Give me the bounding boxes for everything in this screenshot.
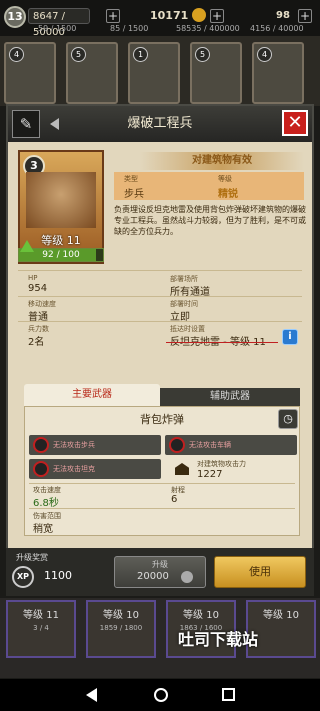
add-resource-button[interactable]: + [106, 9, 120, 23]
unit-list-card-2[interactable]: 等级 10 1859 / 1800 [86, 600, 156, 658]
xp-counter: 8647 / 50000 [28, 8, 90, 38]
building-attack-label: 对建筑物攻击力 [197, 460, 246, 468]
hp-label: HP [28, 274, 38, 282]
unit-detail-modal: 爆破工程兵 ✎ ✕ 3 等级 11 92 / 100 对建筑物有效 类型 步兵 … [6, 104, 314, 596]
close-button[interactable]: ✕ [282, 110, 308, 136]
unit-card-4[interactable]: 5 [190, 42, 242, 104]
building-attack-value: 1227 [197, 469, 223, 480]
resource-4-counter: 4156 / 40000 [250, 24, 304, 33]
type-value: 步兵 [124, 189, 144, 200]
type-label: 类型 [124, 175, 138, 183]
use-button[interactable]: 使用 [214, 556, 306, 588]
player-level-badge[interactable]: 13 [4, 6, 26, 28]
upgrade-reward-value: 1100 [44, 569, 72, 582]
resource-3-counter: 58535 / 400000 [176, 24, 240, 33]
weapon-name: 背包炸弹 [140, 413, 184, 426]
tab-secondary-weapon[interactable]: 辅助武器 [160, 388, 300, 406]
divider [29, 483, 295, 484]
previous-arrow-icon[interactable] [50, 118, 59, 130]
arrival-setup-value: 反坦克地雷 - 等级 11 [170, 333, 266, 348]
unit-description: 负责埋设反坦克地雷及使用背包炸弹破坏建筑物的爆破专业工程兵。虽然战斗力较弱，但为… [114, 205, 306, 236]
range-value: 6 [171, 494, 178, 505]
xp-icon: XP [12, 566, 34, 588]
unit-card-1[interactable]: 4 [4, 42, 56, 104]
divider [18, 296, 302, 297]
add-gold-button[interactable]: + [210, 9, 224, 23]
unit-list-card-1[interactable]: 等级 11 3 / 4 [6, 600, 76, 658]
gold-coin-icon [192, 8, 206, 22]
recents-icon[interactable] [222, 688, 235, 701]
resource-2-counter: 85 / 1500 [110, 24, 149, 33]
upgrade-arrow-icon [20, 240, 34, 252]
weapon-panel: 背包炸弹 ◷ 无法攻击步兵 无法攻击车辆 无法攻击坦克 对建筑物攻击力 1227… [24, 406, 300, 536]
stopwatch-icon[interactable]: ◷ [278, 409, 298, 429]
divider [18, 321, 302, 322]
unit-card-3[interactable]: 1 [128, 42, 180, 104]
troop-count-value: 2名 [28, 337, 45, 348]
home-icon[interactable] [154, 688, 168, 702]
attack-speed-value: 6.8秒 [33, 498, 59, 509]
info-icon[interactable]: i [282, 329, 298, 345]
unit-card-5[interactable]: 4 [252, 42, 304, 104]
back-icon[interactable] [86, 688, 97, 702]
upgrade-cost: 20000 [137, 571, 169, 582]
no-vehicle-icon [169, 437, 185, 453]
cannot-attack-tanks: 无法攻击坦克 [29, 459, 161, 479]
upgrade-reward-label: 升级奖赏 [16, 553, 48, 562]
cannot-attack-vehicles: 无法攻击车辆 [165, 435, 297, 455]
weapon-tabs: 主要武器 辅助武器 [24, 384, 300, 406]
effective-banner: 对建筑物有效 [140, 152, 304, 170]
divider [18, 270, 302, 271]
divider [29, 508, 295, 509]
upgrade-label: 升级 [152, 560, 168, 569]
type-grade-box: 类型 步兵 等级 精锐 [114, 172, 304, 200]
no-infantry-icon [33, 437, 49, 453]
silver-coin-icon [181, 571, 193, 583]
tab-primary-weapon[interactable]: 主要武器 [24, 384, 160, 406]
wrench-icon[interactable]: ✎ [12, 110, 40, 138]
soldier-portrait [26, 172, 96, 228]
resource-1-counter: 59 / 1500 [38, 24, 77, 33]
building-icon [175, 463, 189, 475]
upgrade-button[interactable]: 升级 20000 [114, 556, 206, 588]
red-underline [166, 342, 278, 343]
grade-label: 等级 [218, 175, 232, 183]
gold-counter: 10171 [150, 9, 189, 22]
watermark-text: 吐司下载站 [178, 630, 259, 649]
gem-counter: 98 [276, 10, 290, 21]
add-gem-button[interactable]: + [298, 9, 312, 23]
no-tank-icon [33, 461, 49, 477]
grade-value: 精锐 [218, 189, 238, 200]
damage-area-value: 稍宽 [33, 524, 53, 535]
unit-card-2[interactable]: 5 [66, 42, 118, 104]
cannot-attack-infantry: 无法攻击步兵 [29, 435, 161, 455]
hp-value: 954 [28, 283, 48, 294]
